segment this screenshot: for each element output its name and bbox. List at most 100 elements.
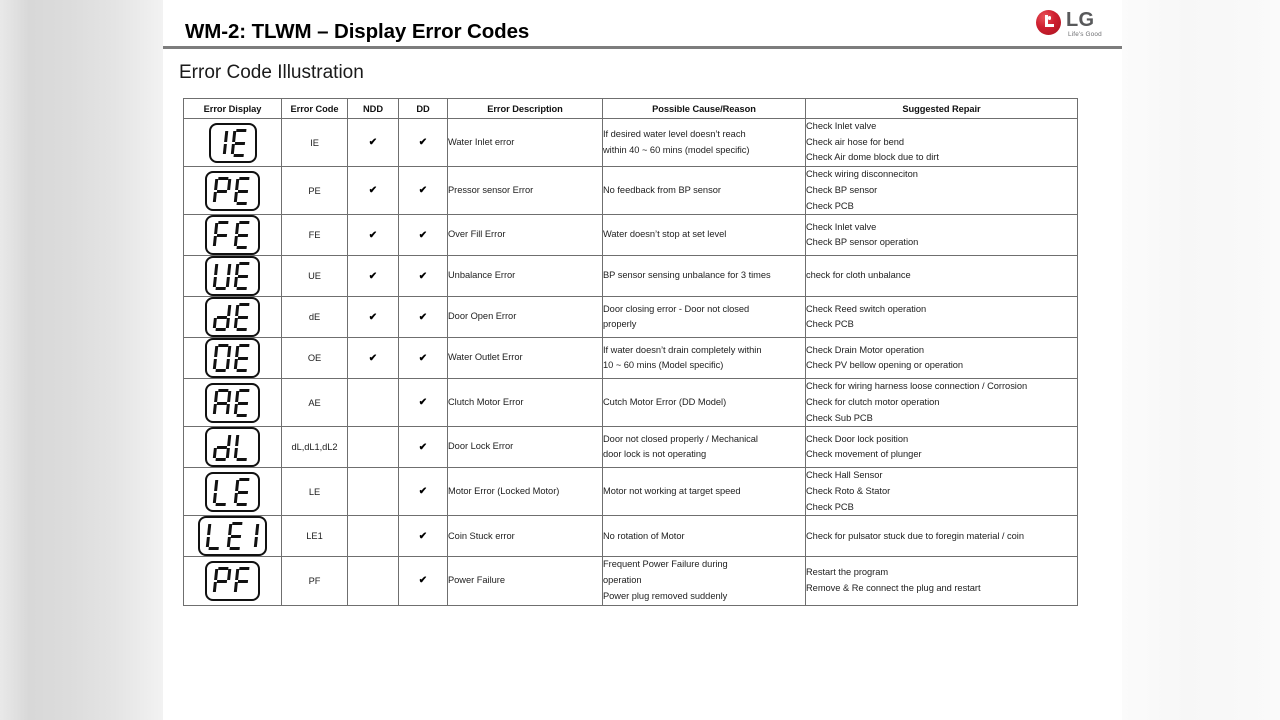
cell-error-description: Water Outlet Error bbox=[447, 337, 603, 380]
cell-error-code: UE bbox=[281, 255, 348, 298]
cell-error-description: Over Fill Error bbox=[447, 214, 603, 257]
cell-ndd-check bbox=[347, 378, 399, 428]
seven-segment-char bbox=[233, 344, 253, 373]
error-display-lcd bbox=[198, 516, 267, 557]
seven-segment-char bbox=[230, 128, 249, 157]
seven-segment-char bbox=[212, 176, 232, 205]
error-display-lcd bbox=[205, 256, 260, 297]
cell-error-code: LE1 bbox=[281, 515, 348, 558]
cell-dd-check: ✔ bbox=[398, 214, 448, 257]
cell-possible-cause-line: door lock is not operating bbox=[603, 449, 707, 460]
cell-dd-check: ✔ bbox=[398, 515, 448, 558]
cell-suggested-repair-line: Check Inlet valve bbox=[806, 121, 877, 131]
cell-possible-cause-line: If water doesn’t drain completely within bbox=[603, 344, 762, 355]
cell-possible-cause: No rotation of Motor bbox=[602, 515, 806, 558]
cell-suggested-repair-line: Check BP sensor bbox=[806, 184, 878, 195]
cell-suggested-repair-line: Check Hall Sensor bbox=[806, 470, 883, 481]
cell-error-description: Water Inlet error bbox=[447, 117, 603, 168]
cell-suggested-repair-line: Check Drain Motor operation bbox=[806, 344, 925, 355]
cell-error-display bbox=[183, 337, 282, 380]
screenshot-root: WM-2: TLWM – Display Error Codes LG Life… bbox=[0, 0, 1280, 720]
seven-segment-char bbox=[233, 221, 253, 250]
cell-suggested-repair-line: Check air hose for bend bbox=[806, 136, 905, 147]
cell-dd-check: ✔ bbox=[398, 166, 448, 216]
cell-ndd-check bbox=[347, 426, 399, 469]
cell-possible-cause-line: Door not closed properly / Mechanical bbox=[603, 433, 758, 444]
cell-possible-cause-line: No rotation of Motor bbox=[603, 530, 685, 541]
cell-suggested-repair: Check Drain Motor operation Check PV bell… bbox=[805, 337, 1078, 380]
seven-segment-char bbox=[233, 176, 253, 205]
cell-suggested-repair: Check Hall Sensor Check Roto & Stator Chec… bbox=[805, 467, 1078, 517]
cell-suggested-repair: check for cloth unbalance bbox=[805, 255, 1078, 298]
seven-segment-char bbox=[226, 522, 246, 551]
cell-dd-check: ✔ bbox=[398, 378, 448, 428]
seven-segment-char bbox=[212, 221, 232, 249]
cell-dd-check: ✔ bbox=[398, 337, 448, 380]
cell-error-display bbox=[183, 426, 282, 469]
cell-possible-cause-line: Water doesn’t stop at set level bbox=[603, 229, 727, 240]
table-row: FE ✔ ✔ Over Fill Error Water doesn’t stop at… bbox=[183, 214, 1078, 257]
cell-error-code: FE bbox=[281, 214, 348, 257]
table-row: OE ✔ ✔ Water Outlet Error If water doesn’t d… bbox=[183, 337, 1078, 380]
cell-suggested-repair-line: Check Reed switch operation bbox=[806, 303, 927, 314]
cell-error-description: Coin Stuck error bbox=[447, 515, 603, 558]
cell-suggested-repair-line: Check BP sensor operation bbox=[806, 237, 919, 248]
cell-possible-cause: Water doesn’t stop at set level bbox=[602, 214, 806, 257]
table-row: UE ✔ ✔ Unbalance Error BP sensor sensing unb… bbox=[183, 255, 1078, 298]
cell-ndd-check bbox=[347, 556, 399, 606]
cell-suggested-repair-line: Check Sub PCB bbox=[806, 412, 873, 423]
cell-suggested-repair: Check Inlet valve Check air hose for bend… bbox=[805, 117, 1078, 168]
table-row: IE ✔ ✔ Water Inlet error If desired water le… bbox=[183, 117, 1078, 168]
cell-suggested-repair: Check Door lock position Check movement o… bbox=[805, 426, 1078, 469]
cell-dd-check: ✔ bbox=[398, 296, 448, 339]
cell-possible-cause-line: 10 ~ 60 mins (Model specific) bbox=[603, 360, 724, 371]
cell-ndd-check: ✔ bbox=[347, 117, 399, 168]
cell-possible-cause-line: If desired water level doesn’t reach bbox=[603, 128, 746, 139]
cell-suggested-repair-line: Check for clutch motor operation bbox=[806, 396, 940, 407]
cell-suggested-repair: Check Reed switch operation Check PCB bbox=[805, 296, 1078, 339]
seven-segment-char bbox=[205, 522, 225, 551]
column-header-error-description: Error Description bbox=[447, 98, 603, 119]
cell-ndd-check: ✔ bbox=[347, 296, 399, 339]
cell-suggested-repair-line: Check Roto & Stator bbox=[806, 486, 891, 497]
cell-error-description: Power Failure bbox=[447, 556, 603, 606]
cell-ndd-check: ✔ bbox=[347, 214, 399, 257]
cell-possible-cause: Cutch Motor Error (DD Model) bbox=[602, 378, 806, 428]
cell-ndd-check: ✔ bbox=[347, 255, 399, 298]
seven-segment-char bbox=[212, 566, 232, 595]
cell-error-code: dL,dL1,dL2 bbox=[281, 426, 348, 469]
table-row: LE1 ✔ Coin Stuck error No rotation of Motor… bbox=[183, 515, 1078, 558]
cell-ndd-check: ✔ bbox=[347, 166, 399, 216]
error-display-lcd bbox=[205, 338, 260, 379]
cell-possible-cause-line: BP sensor sensing unbalance for 3 times bbox=[603, 270, 771, 281]
column-header-error-display: Error Display bbox=[183, 98, 282, 119]
slide-header: WM-2: TLWM – Display Error Codes LG Life… bbox=[163, 0, 1122, 49]
cell-error-display bbox=[183, 117, 282, 168]
cell-dd-check: ✔ bbox=[398, 467, 448, 517]
cell-error-display bbox=[183, 296, 282, 339]
seven-segment-char bbox=[212, 433, 232, 462]
cell-error-description: Door Lock Error bbox=[447, 426, 603, 469]
cell-possible-cause-line: Power plug removed suddenly bbox=[603, 590, 728, 601]
cell-suggested-repair-line: Check PV bellow opening or operation bbox=[806, 360, 964, 371]
cell-error-code: IE bbox=[281, 117, 348, 168]
cell-possible-cause: Door closing error - Door not closed prop… bbox=[602, 296, 806, 339]
seven-segment-char bbox=[233, 388, 253, 417]
cell-possible-cause: Motor not working at target speed bbox=[602, 467, 806, 517]
cell-error-description: Unbalance Error bbox=[447, 255, 603, 298]
cell-error-display bbox=[183, 556, 282, 606]
cell-error-description: Clutch Motor Error bbox=[447, 378, 603, 428]
cell-error-code: AE bbox=[281, 378, 348, 428]
table-header-row: Error Display Error Code NDD DD Error De… bbox=[183, 98, 1078, 119]
cell-possible-cause: If desired water level doesn’t reach with… bbox=[602, 117, 806, 168]
cell-suggested-repair: Check for wiring harness loose connectio… bbox=[805, 378, 1078, 428]
cell-possible-cause-line: properly bbox=[603, 319, 637, 330]
seven-segment-char bbox=[212, 262, 232, 291]
seven-segment-char bbox=[233, 433, 253, 462]
cell-error-code: PF bbox=[281, 556, 348, 606]
error-display-lcd bbox=[208, 122, 257, 163]
seven-segment-char bbox=[212, 303, 232, 332]
lg-logo-mark-icon bbox=[1036, 10, 1061, 35]
lg-logo-wordmark: LG bbox=[1066, 9, 1095, 31]
cell-suggested-repair-line: Check PCB bbox=[806, 319, 854, 330]
